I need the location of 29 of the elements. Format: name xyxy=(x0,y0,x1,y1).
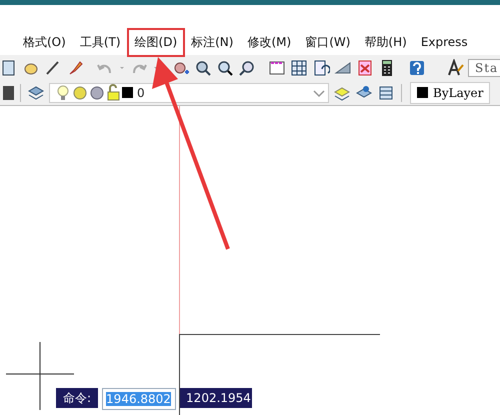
menu-item[interactable]: 绘图(D) xyxy=(128,28,184,56)
zoom-previous-icon[interactable] xyxy=(238,58,256,76)
menu-item[interactable]: 帮助(H) xyxy=(357,30,414,54)
zoom-window-icon[interactable] xyxy=(216,58,234,76)
color-swatch xyxy=(417,87,428,98)
color-dropdown[interactable]: ByLayer xyxy=(410,82,490,104)
menu-item[interactable]: Express xyxy=(414,32,475,52)
text-style-icon[interactable] xyxy=(446,58,464,76)
sun-icon[interactable] xyxy=(71,84,87,102)
y-coordinate-value: 1202.1954 xyxy=(180,388,252,408)
zoom-in-icon[interactable] xyxy=(194,58,212,76)
properties-icon[interactable] xyxy=(268,58,286,76)
color-name: ByLayer xyxy=(433,86,484,100)
menu-item[interactable]: 修改(M) xyxy=(240,30,298,54)
text-style-dropdown[interactable]: Sta xyxy=(468,58,500,76)
help-icon[interactable] xyxy=(408,58,426,76)
grid-icon[interactable] xyxy=(290,58,308,76)
layer-dropdown[interactable]: 0 xyxy=(49,82,329,102)
command-label: 命令: xyxy=(56,388,98,408)
crosshair-cursor-icon xyxy=(6,342,74,410)
menu-item[interactable]: 标注(N) xyxy=(184,30,240,54)
color-swatch xyxy=(122,87,133,98)
menu-item[interactable]: 窗口(W) xyxy=(298,30,358,54)
lock-icon[interactable] xyxy=(0,84,14,102)
menu-item[interactable]: 格式(O) xyxy=(16,30,73,54)
menu-item[interactable]: 工具(T) xyxy=(72,30,128,54)
layer-name: 0 xyxy=(137,86,146,100)
padlock-icon[interactable] xyxy=(105,84,121,102)
layers-icon[interactable] xyxy=(27,84,45,102)
